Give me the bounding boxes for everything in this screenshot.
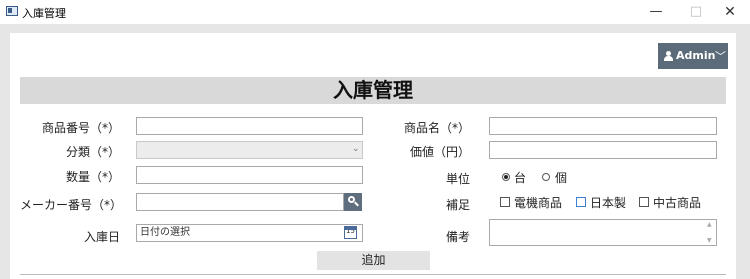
supplement-option-japan-made: 日本製 [590, 196, 627, 210]
checkbox-used[interactable] [639, 197, 649, 207]
remarks-textarea[interactable]: ▲ ▼ [489, 219, 717, 246]
add-button[interactable]: 追加 [317, 251, 430, 270]
search-button[interactable] [344, 193, 362, 211]
supplement-option-used: 中古商品 [653, 196, 702, 210]
scrollbar[interactable]: ▲ ▼ [706, 221, 715, 244]
calendar-icon[interactable]: 15 [344, 226, 357, 239]
close-button[interactable]: ✕ [710, 0, 750, 24]
user-icon [664, 51, 673, 61]
checkbox-japan-made[interactable] [576, 197, 586, 207]
price-label: 価値（円） [409, 145, 470, 159]
unit-radio-ko[interactable] [542, 173, 550, 181]
product-code-input[interactable] [136, 117, 363, 135]
chevron-down-icon: ⌄ [352, 144, 360, 154]
date-picker-input[interactable]: 日付の選択 [136, 224, 363, 242]
page-title: 入庫管理 [20, 77, 726, 104]
product-name-label: 商品名（*） [403, 121, 470, 135]
scroll-up-icon: ▲ [707, 221, 712, 228]
minimize-button[interactable]: — [636, 0, 676, 24]
user-menu-button[interactable]: Admin ﹀ [658, 43, 728, 69]
title-bar: 入庫管理 — □ ✕ [0, 0, 750, 24]
quantity-label: 数量（*） [65, 170, 120, 184]
checkbox-electric[interactable] [500, 197, 510, 207]
unit-option-ko: 個 [555, 171, 568, 185]
product-name-input[interactable] [489, 117, 717, 135]
divider [20, 274, 726, 279]
unit-option-dai: 台 [514, 171, 527, 185]
maker-code-label: メーカー番号（*） [20, 198, 123, 212]
user-name: Admin [676, 49, 716, 62]
quantity-input[interactable] [136, 166, 363, 184]
category-label: 分類（*） [65, 145, 120, 159]
category-select[interactable] [136, 141, 363, 159]
unit-label: 単位 [445, 172, 470, 186]
receipt-date-label: 入庫日 [83, 230, 120, 244]
maker-code-input[interactable] [136, 193, 344, 211]
window-title: 入庫管理 [22, 7, 66, 20]
remarks-label: 備考 [445, 230, 470, 244]
supplement-option-electric: 電機商品 [514, 196, 563, 210]
price-input[interactable] [489, 141, 717, 159]
scroll-down-icon: ▼ [707, 237, 712, 244]
chevron-down-icon: ﹀ [715, 50, 726, 63]
app-icon [6, 6, 18, 16]
unit-radio-dai[interactable] [502, 173, 510, 181]
supplement-label: 補足 [445, 198, 470, 212]
product-code-label: 商品番号（*） [41, 121, 120, 135]
